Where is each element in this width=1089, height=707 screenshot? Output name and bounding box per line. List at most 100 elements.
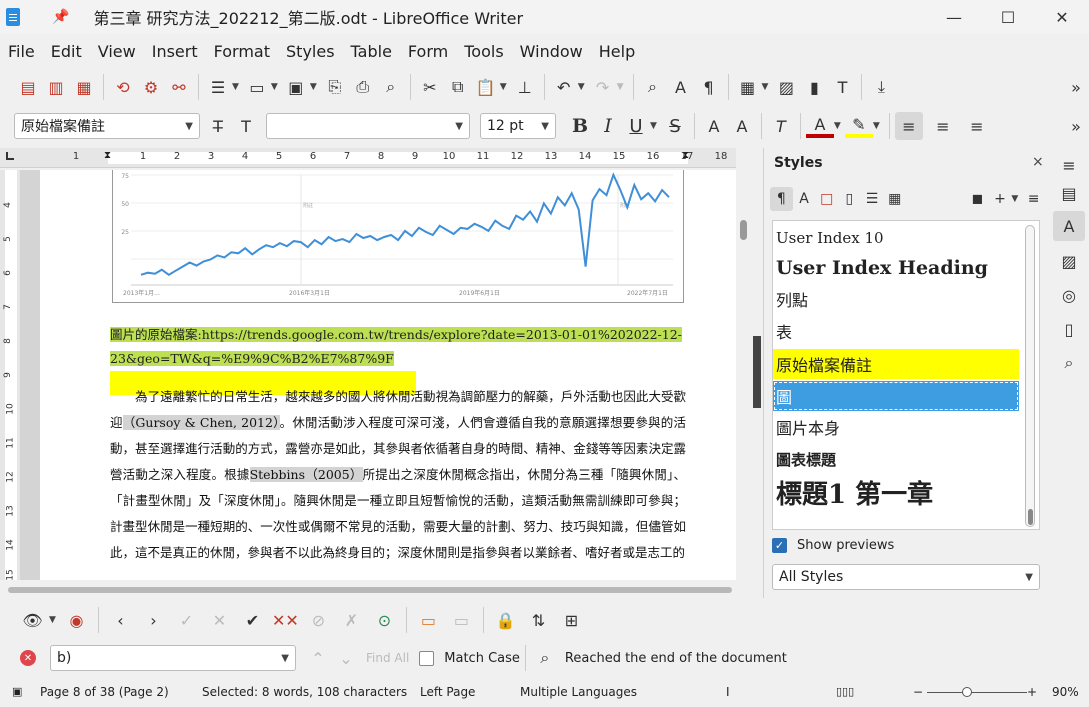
more-toolbar-options-icon[interactable]: »	[1062, 73, 1089, 101]
horizontal-ruler[interactable]: 1 1 2 3 4 5 6 7 8 9 10 11 12 13 14 15 16…	[0, 148, 745, 168]
body-paragraph[interactable]: 為了遠離繁忙的日常生活，越來越多的國人將休閒活動視為調節壓力的解藥，戶外活動也因…	[110, 384, 686, 566]
insert-page-break-icon[interactable]: ⤓	[867, 73, 895, 101]
zotero-unlink-icon[interactable]: ⚯	[165, 73, 193, 101]
chevron-down-icon[interactable]: ▼	[500, 82, 507, 92]
document-vertical-scrollbar[interactable]	[736, 148, 750, 580]
insert-table-icon[interactable]: ▦	[734, 73, 762, 101]
zotero-insert-citation-icon[interactable]: ▤	[14, 73, 42, 101]
menu-format[interactable]: Format	[206, 42, 278, 61]
selection-mode-icon[interactable]: I	[726, 685, 730, 699]
minimize-button[interactable]: —	[927, 0, 981, 34]
show-previews-option[interactable]: ✓ Show previews	[772, 538, 894, 553]
find-replace-dialog-icon[interactable]: ⌕	[531, 644, 559, 672]
styles-deck-icon[interactable]: A	[1053, 211, 1085, 241]
page-style-status[interactable]: Left Page	[420, 685, 475, 699]
chevron-down-icon[interactable]: ▼	[617, 82, 624, 92]
comment-change-icon[interactable]: ▭	[445, 606, 478, 634]
zoom-level[interactable]: 90%	[1052, 685, 1079, 699]
accept-trackchange-icon[interactable]: ⊘	[302, 606, 335, 634]
list-styles-icon[interactable]: ☰	[861, 187, 884, 211]
style-item[interactable]: 表	[773, 317, 1019, 345]
page-styles-icon[interactable]: ▯	[838, 187, 861, 211]
new-document-icon[interactable]: ☰	[204, 73, 232, 101]
accept-all-icon[interactable]: ✔	[236, 606, 269, 634]
chevron-down-icon[interactable]: ▼	[232, 82, 239, 92]
compare-document-icon[interactable]: ⇅	[522, 606, 555, 634]
character-styles-icon[interactable]: A	[793, 187, 816, 211]
copy-icon[interactable]: ⧉	[444, 73, 472, 101]
maximize-button[interactable]: ☐	[981, 0, 1035, 34]
menu-view[interactable]: View	[90, 42, 144, 61]
manage-changes-icon[interactable]: ⊙	[368, 606, 401, 634]
insert-comment-icon[interactable]: ▭	[412, 606, 445, 634]
italic-button[interactable]: I	[594, 112, 622, 140]
accept-change-icon[interactable]: ✓	[170, 606, 203, 634]
protect-changes-icon[interactable]: 🔒	[489, 606, 522, 634]
record-changes-icon[interactable]: ◉	[60, 606, 93, 634]
zotero-refresh-icon[interactable]: ⟲	[109, 73, 137, 101]
right-indent-marker-icon[interactable]: ⧗	[682, 150, 689, 161]
view-layout-icons[interactable]: ▯▯▯	[836, 685, 854, 698]
menu-file[interactable]: File	[0, 42, 43, 61]
chevron-down-icon[interactable]: ▼	[873, 121, 880, 131]
menu-table[interactable]: Table	[343, 42, 400, 61]
reject-all-icon[interactable]: ✕✕	[269, 606, 302, 634]
menu-tools[interactable]: Tools	[456, 42, 511, 61]
style-item[interactable]: 原始檔案備註	[773, 349, 1019, 379]
subscript-button[interactable]: A	[728, 112, 756, 140]
print-icon[interactable]: ⎙	[349, 73, 377, 101]
menu-form[interactable]: Form	[400, 42, 456, 61]
vertical-scroll-thumb[interactable]	[740, 220, 747, 240]
style-item[interactable]: User Index 10	[773, 225, 1019, 251]
sidebar-menu-icon[interactable]: ≡	[1022, 187, 1045, 211]
open-folder-icon[interactable]: ▭	[243, 73, 271, 101]
font-name-select[interactable]: ▼	[266, 113, 470, 139]
tab-stop-type-icon[interactable]	[6, 152, 14, 160]
insert-text-box-icon[interactable]: T	[828, 73, 856, 101]
match-case-checkbox[interactable]	[419, 650, 435, 666]
font-size-select[interactable]: 12 pt ▼	[480, 113, 556, 139]
chevron-down-icon[interactable]: ▼	[1011, 194, 1018, 204]
clear-formatting-button[interactable]: T	[767, 112, 795, 140]
frame-styles-icon[interactable]: □	[815, 187, 838, 211]
style-item[interactable]: 列點	[773, 285, 1019, 313]
reject-change-icon[interactable]: ✕	[203, 606, 236, 634]
merge-document-icon[interactable]: ⊞	[555, 606, 588, 634]
pin-icon[interactable]: 📌	[52, 9, 69, 25]
print-preview-icon[interactable]: ⌕	[377, 73, 405, 101]
style-list-scroll-thumb[interactable]	[1028, 509, 1033, 525]
previous-change-icon[interactable]: ‹	[104, 606, 137, 634]
chevron-down-icon[interactable]: ▼	[310, 82, 317, 92]
align-center-icon[interactable]: ≡	[929, 112, 957, 140]
close-window-button[interactable]: ✕	[1035, 0, 1089, 34]
page-deck-icon[interactable]: ▯	[1053, 314, 1085, 344]
spelling-icon[interactable]: A	[667, 73, 695, 101]
paragraph-style-select[interactable]: 原始檔案備註 ▼	[14, 113, 200, 139]
language-status[interactable]: Multiple Languages	[520, 685, 637, 699]
find-replace-icon[interactable]: ⌕	[639, 73, 667, 101]
chevron-down-icon[interactable]: ▼	[578, 82, 585, 92]
update-style-icon[interactable]: T̶	[204, 112, 232, 140]
document-info-icon[interactable]: ▣	[12, 685, 22, 698]
style-filter-select[interactable]: All Styles ▼	[772, 564, 1040, 590]
zotero-document-preferences-icon[interactable]: ▦	[70, 73, 98, 101]
zoom-out-icon[interactable]: −	[913, 685, 923, 699]
sidebar-settings-icon[interactable]: ≡	[1053, 150, 1085, 180]
next-change-icon[interactable]: ›	[137, 606, 170, 634]
style-list[interactable]: User Index 10 User Index Heading 列點表原始檔案備註…	[772, 220, 1040, 530]
close-find-bar-icon[interactable]: ✕	[20, 650, 36, 666]
underline-button[interactable]: U	[622, 112, 650, 140]
save-icon[interactable]: ▣	[282, 73, 310, 101]
embedded-trends-chart[interactable]: 75 50 25 2013年1月... 2016年3月1日 2019年6月1日 …	[112, 170, 684, 303]
properties-deck-icon[interactable]: ▤	[1053, 178, 1085, 208]
menu-edit[interactable]: Edit	[43, 42, 90, 61]
align-right-icon[interactable]: ≡	[963, 112, 991, 140]
fill-format-mode-icon[interactable]: ◼	[966, 187, 989, 211]
style-item[interactable]: 標題1 第一章	[773, 473, 1019, 511]
table-styles-icon[interactable]: ▦	[883, 187, 906, 211]
sidebar-collapse-handle[interactable]	[753, 336, 761, 408]
sidebar-close-button[interactable]: ×	[1032, 154, 1044, 170]
vertical-ruler[interactable]: 4 5 6 7 8 9 10 11 12 13 14 15	[0, 170, 20, 581]
insert-image-icon[interactable]: ▨	[772, 73, 800, 101]
insert-chart-icon[interactable]: ▮	[800, 73, 828, 101]
